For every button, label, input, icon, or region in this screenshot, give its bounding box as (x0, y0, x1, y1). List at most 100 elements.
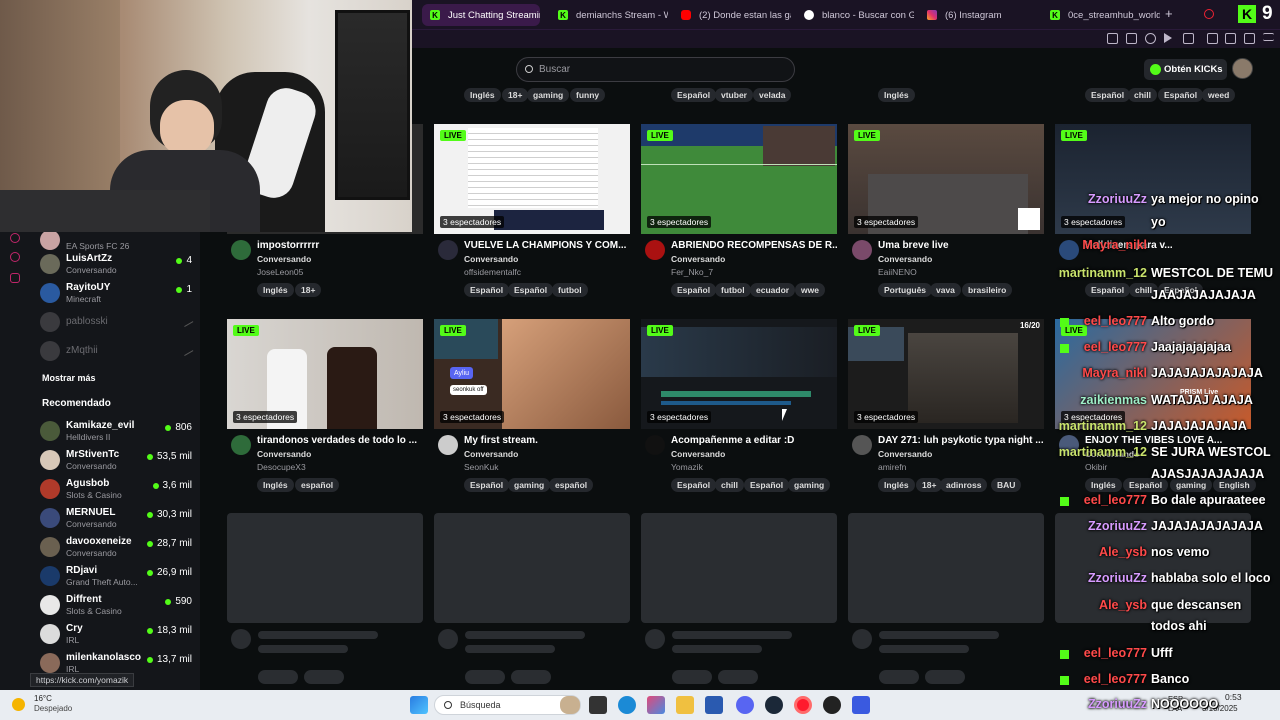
stream-category[interactable]: Conversando (464, 449, 518, 459)
tag[interactable]: 18+ (295, 283, 322, 297)
search-icon[interactable] (1204, 9, 1214, 19)
tag[interactable]: brasileiro (962, 283, 1013, 297)
settings-icon[interactable] (10, 273, 20, 283)
edge-icon[interactable] (618, 696, 636, 714)
streamer-avatar[interactable] (438, 240, 458, 260)
streamer-name[interactable]: amirefn (878, 462, 906, 472)
weather-icon[interactable] (12, 698, 25, 711)
stream-title[interactable]: My first stream. (464, 435, 630, 446)
get-kicks-button[interactable]: Obtén KICKs (1144, 59, 1227, 80)
opera-icon[interactable] (794, 696, 812, 714)
tab-streamhub[interactable]: K 0ce_streamhub_world S (1042, 4, 1160, 26)
tag[interactable]: Español (744, 478, 790, 492)
new-tab-button[interactable]: + (1165, 6, 1173, 21)
stream-thumbnail[interactable]: LIVE 3 espectadores (434, 124, 630, 234)
streamer-name[interactable]: SeonKuk (464, 462, 499, 472)
sidebar-item-diffrent[interactable]: Diffrent Slots & Casino 590 (40, 591, 192, 619)
app-icon[interactable] (852, 696, 870, 714)
heart-icon[interactable] (1183, 33, 1194, 44)
tag[interactable]: wwe (795, 283, 825, 297)
streamer-name[interactable]: offsidementalfc (464, 267, 521, 277)
sidebar-item-rdjavi[interactable]: RDjavi Grand Theft Auto... 26,9 mil (40, 562, 192, 590)
tag[interactable]: futbol (552, 283, 588, 297)
clock-icon[interactable] (10, 233, 20, 243)
tab-google[interactable]: blanco - Buscar con Go (796, 4, 914, 26)
tag[interactable]: 18+ (916, 478, 943, 492)
tag[interactable]: Español (671, 88, 717, 102)
streamer-avatar[interactable] (645, 240, 665, 260)
tag[interactable]: Español (508, 283, 554, 297)
streamer-name[interactable]: DesocupeX3 (257, 462, 306, 472)
tag[interactable]: español (549, 478, 594, 492)
stream-thumbnail[interactable]: Ayliu seonkuk off LIVE 3 espectadores (434, 319, 630, 429)
sidebar-item-pablosski[interactable]: pablosski (40, 308, 194, 336)
menu-icon[interactable] (1263, 33, 1274, 41)
streamer-avatar[interactable] (231, 435, 251, 455)
sidebar-item-mrstiventc[interactable]: MrStivenTc Conversando 53,5 mil (40, 446, 192, 474)
search-input[interactable]: Buscar (516, 57, 795, 82)
stream-category[interactable]: Conversando (257, 254, 311, 264)
stream-category[interactable]: Conversando (464, 254, 518, 264)
stream-title[interactable]: Acompañenme a editar :D (671, 435, 837, 446)
play-icon[interactable] (1164, 33, 1172, 43)
sidebar-item-mernuel[interactable]: MERNUEL Conversando 30,3 mil (40, 504, 192, 532)
store-icon[interactable] (705, 696, 723, 714)
stream-thumbnail[interactable]: LIVE 3 espectadores (641, 319, 837, 429)
tag[interactable]: español (295, 478, 340, 492)
pin-icon[interactable] (1107, 33, 1118, 44)
tag[interactable]: gaming (508, 478, 551, 492)
tag[interactable]: Español (464, 478, 510, 492)
tag[interactable]: Español (1158, 88, 1204, 102)
stream-title[interactable]: impostorrrrrr (257, 240, 423, 251)
stream-title[interactable]: VUELVE LA CHAMPIONS Y COM... (464, 240, 630, 251)
tag[interactable]: weed (1202, 88, 1236, 102)
tag[interactable]: Inglés (257, 478, 294, 492)
stream-thumbnail[interactable]: 16/20 LIVE 3 espectadores (848, 319, 1044, 429)
streamer-name[interactable]: EaiiNENO (878, 267, 917, 277)
sidebar-item-rayitouy[interactable]: RayitoUY Minecraft 1 (40, 279, 192, 307)
tag[interactable]: ecuador (750, 283, 796, 297)
tag[interactable]: Español (671, 283, 717, 297)
stream-title[interactable]: DAY 271: luh psykotic typa night ... (878, 435, 1044, 446)
tag[interactable]: Inglés (464, 88, 501, 102)
streamer-name[interactable]: JoseLeon05 (257, 267, 303, 277)
discord-icon[interactable] (736, 696, 754, 714)
file-explorer-icon[interactable] (676, 696, 694, 714)
stream-category[interactable]: Conversando (878, 449, 932, 459)
capture-icon[interactable] (1126, 33, 1137, 44)
tag[interactable]: Português (878, 283, 933, 297)
tab-instagram[interactable]: (6) Instagram (919, 4, 1037, 26)
tag[interactable]: Español (1085, 88, 1131, 102)
sidebar-item-kamikaze-evil[interactable]: Kamikaze_evil Helldivers II 806 (40, 417, 192, 445)
stream-title[interactable]: Uma breve live (878, 240, 1044, 251)
tag[interactable]: vava (930, 283, 961, 297)
stream-category[interactable]: Conversando (671, 254, 725, 264)
tag[interactable]: chill (1128, 88, 1158, 102)
tab-youtube[interactable]: (2) Donde estan las gat (673, 4, 791, 26)
widget-icon[interactable] (560, 696, 580, 714)
streamer-avatar[interactable] (645, 435, 665, 455)
tag[interactable]: funny (570, 88, 606, 102)
stream-thumbnail[interactable]: LIVE 3 espectadores (848, 124, 1044, 234)
extensions-icon[interactable] (1207, 33, 1218, 44)
download-icon[interactable] (1244, 33, 1255, 44)
streamer-avatar[interactable] (231, 240, 251, 260)
stream-category[interactable]: Conversando (671, 449, 725, 459)
stream-thumbnail[interactable]: LIVE 3 espectadores (227, 319, 423, 429)
tag[interactable]: adinross (940, 478, 988, 492)
sidebar-item-agusbob[interactable]: Agusbob Slots & Casino 3,6 mil (40, 475, 192, 503)
tag[interactable]: gaming (527, 88, 570, 102)
streamer-avatar[interactable] (852, 240, 872, 260)
sidebar-item-cry[interactable]: Cry IRL 18,3 mil (40, 620, 192, 648)
tag[interactable]: chill (715, 478, 745, 492)
tag[interactable]: Inglés (257, 283, 294, 297)
sidebar-item-luisartzz[interactable]: LuisArtZz Conversando 4 (40, 250, 192, 278)
tag[interactable]: Español (464, 283, 510, 297)
streamer-avatar[interactable] (852, 435, 872, 455)
copilot-icon[interactable] (647, 696, 665, 714)
tab-demianchs[interactable]: K demianchs Stream - Wa (550, 4, 668, 26)
tag[interactable]: vtuber (715, 88, 753, 102)
tag[interactable]: BAU (991, 478, 1022, 492)
stream-category[interactable]: Conversando (257, 449, 311, 459)
stream-category[interactable]: Conversando (878, 254, 932, 264)
